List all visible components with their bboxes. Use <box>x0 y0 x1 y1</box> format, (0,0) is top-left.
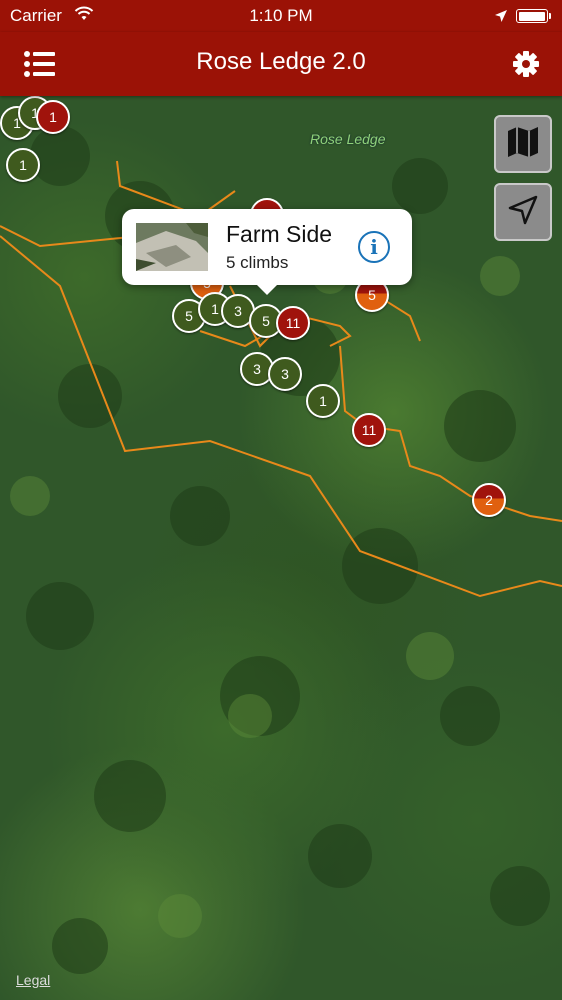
gear-icon[interactable] <box>508 46 544 82</box>
area-climb-count: 5 climbs <box>226 253 289 272</box>
map-place-label: Rose Ledge <box>310 131 386 147</box>
map-layers-button[interactable] <box>494 115 552 173</box>
location-arrow-icon <box>507 194 539 231</box>
location-arrow-icon <box>494 8 508 28</box>
locate-me-button[interactable] <box>494 183 552 241</box>
legal-link[interactable]: Legal <box>16 972 50 988</box>
satellite-map[interactable]: Rose Ledge 1 1 1 1 5 5 1 3 5 11 3 3 1 11… <box>0 96 562 1000</box>
nav-bar: Rose Ledge 2.0 <box>0 32 562 96</box>
area-thumbnail <box>136 223 208 271</box>
climb-marker[interactable]: 1 <box>6 148 40 182</box>
status-bar: Carrier 1:10 PM <box>0 0 562 32</box>
area-name: Farm Side <box>226 221 333 247</box>
battery-icon <box>516 9 551 23</box>
area-callout[interactable]: Farm Side 5 climbs i <box>122 209 412 295</box>
climb-marker[interactable]: 3 <box>268 357 302 391</box>
climb-marker[interactable]: 11 <box>352 413 386 447</box>
map-layers-icon <box>506 125 540 164</box>
climb-marker[interactable]: 1 <box>306 384 340 418</box>
climb-marker[interactable]: 2 <box>472 483 506 517</box>
climb-marker[interactable]: 11 <box>276 306 310 340</box>
page-title: Rose Ledge 2.0 <box>196 48 366 75</box>
climb-marker[interactable]: 1 <box>36 100 70 134</box>
info-icon[interactable]: i <box>358 231 390 263</box>
status-time: 1:10 PM <box>249 6 313 25</box>
